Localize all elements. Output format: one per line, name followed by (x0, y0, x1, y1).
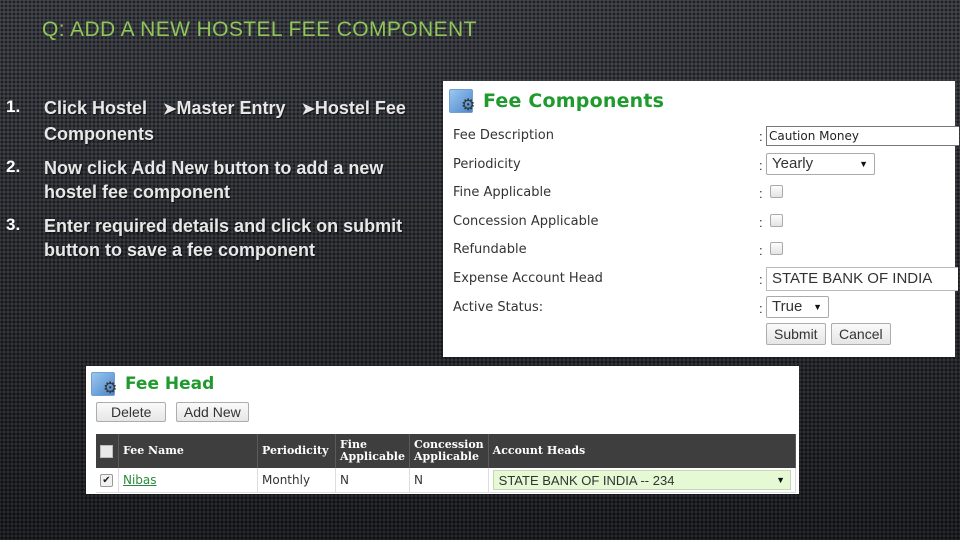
refundable-checkbox[interactable] (770, 242, 783, 256)
account-head-select[interactable]: STATE BANK OF INDIA -- 234 ▼ (492, 470, 791, 490)
expense-account-head-row: Expense Account Head : STATE BANK OF IND… (443, 264, 958, 293)
concession-applicable-checkbox[interactable] (770, 213, 783, 227)
chevron-down-icon: ▼ (859, 158, 868, 169)
panel-header: ⚙ Fee Components (443, 81, 955, 121)
select-all-checkbox[interactable] (100, 444, 113, 458)
column-header[interactable]: Fine Applicable (335, 434, 410, 468)
fine-applicable-cell: N (335, 468, 410, 493)
field-label: Fine Applicable (453, 185, 552, 201)
step-number: 3. (6, 215, 21, 234)
add-new-button[interactable]: Add New (175, 402, 249, 422)
column-header[interactable]: Concession Applicable (409, 434, 489, 468)
fee-name-link[interactable]: Nibas (123, 473, 157, 487)
colon: : (759, 157, 763, 173)
expense-account-head-select[interactable]: STATE BANK OF INDIA (766, 266, 958, 291)
arrow-icon: ➤ (163, 101, 177, 118)
step-text: Now click Add New button to add a new ho… (44, 158, 384, 202)
chevron-down-icon: ▼ (813, 301, 822, 312)
step-part: Click Hostel (44, 98, 148, 118)
step-2: 2. Now click Add New button to add a new… (6, 156, 436, 204)
gear-icon: ⚙ (461, 97, 476, 114)
colon: : (759, 243, 763, 259)
gear-icon: ⚙ (103, 380, 118, 397)
selected-value: True (772, 298, 803, 316)
submit-button[interactable]: Submit (766, 323, 826, 346)
fee-name-cell: Nibas (118, 468, 258, 493)
arrow-icon: ➤ (301, 101, 315, 118)
row-select-cell: ✔ (96, 468, 119, 493)
periodicity-select[interactable]: Yearly ▼ (766, 152, 875, 175)
form-actions-row: Submit Cancel (443, 321, 955, 350)
step-number: 1. (6, 97, 21, 116)
fee-description-row: Fee Description : Caution Money (443, 121, 959, 150)
panel-title: Fee Head (125, 374, 215, 394)
settings-app-icon: ⚙ (449, 87, 477, 115)
active-status-row: Active Status: : True ▼ (443, 293, 955, 322)
step-text: Enter required details and click on subm… (44, 216, 403, 260)
colon: : (759, 186, 763, 202)
field-label: Active Status: (453, 299, 544, 315)
settings-app-icon: ⚙ (91, 370, 119, 398)
delete-button[interactable]: Delete (96, 402, 167, 422)
step-part: Master Entry (176, 98, 286, 118)
slide-title: Q: ADD A NEW HOSTEL FEE COMPONENT (42, 18, 477, 41)
select-all-header (96, 434, 119, 468)
chevron-down-icon: ▼ (776, 475, 785, 485)
selected-value: STATE BANK OF INDIA -- 234 (498, 472, 675, 488)
colon: : (759, 300, 763, 316)
fee-head-table: Fee Name Periodicity Fine Applicable Con… (96, 434, 797, 493)
column-header[interactable]: Fee Name (118, 434, 258, 468)
step-1: 1. Click Hostel ➤Master Entry ➤Hostel Fee … (6, 96, 436, 146)
account-head-cell: STATE BANK OF INDIA -- 234 ▼ (488, 468, 797, 493)
fee-head-panel: ⚙ Fee Head Delete Add New Fee Name Perio… (86, 366, 799, 494)
colon: : (759, 129, 763, 144)
table-header-row: Fee Name Periodicity Fine Applicable Con… (96, 434, 797, 468)
active-status-select[interactable]: True ▼ (766, 295, 829, 318)
step-3: 3. Enter required details and click on s… (6, 214, 436, 262)
field-label: Fee Description (453, 128, 554, 143)
fee-description-input[interactable]: Caution Money (766, 126, 959, 146)
colon: : (759, 214, 763, 230)
row-checkbox[interactable]: ✔ (100, 474, 113, 487)
fine-applicable-checkbox[interactable] (770, 185, 783, 199)
colon: : (759, 271, 763, 287)
panel-title: Fee Components (483, 90, 665, 112)
periodicity-row: Periodicity : Yearly ▼ (443, 150, 955, 179)
step-text: Click Hostel ➤Master Entry ➤Hostel Fee Com… (44, 96, 436, 146)
fee-components-panel: ⚙ Fee Components Fee Description : Cauti… (443, 81, 959, 357)
toolbar: Delete Add New (86, 402, 799, 428)
table-row: ✔ Nibas Monthly N N STATE BANK OF INDIA … (96, 468, 797, 493)
panel-header: ⚙ Fee Head (86, 366, 799, 402)
selected-value: Yearly (772, 155, 814, 173)
periodicity-cell: Monthly (257, 468, 336, 493)
step-number: 2. (6, 157, 21, 176)
refundable-row: Refundable : (443, 235, 955, 264)
field-label: Expense Account Head (453, 270, 603, 286)
field-label: Concession Applicable (453, 213, 599, 229)
column-header[interactable]: Periodicity (257, 434, 336, 468)
concession-applicable-row: Concession Applicable : (443, 207, 955, 236)
cancel-button[interactable]: Cancel (831, 323, 891, 346)
fine-applicable-row: Fine Applicable : (443, 178, 955, 207)
instruction-steps: 1. Click Hostel ➤Master Entry ➤Hostel Fee … (6, 96, 436, 272)
field-label: Periodicity (453, 156, 521, 172)
field-label: Refundable (453, 242, 527, 258)
column-header[interactable]: Account Heads (488, 434, 797, 468)
concession-applicable-cell: N (409, 468, 489, 493)
